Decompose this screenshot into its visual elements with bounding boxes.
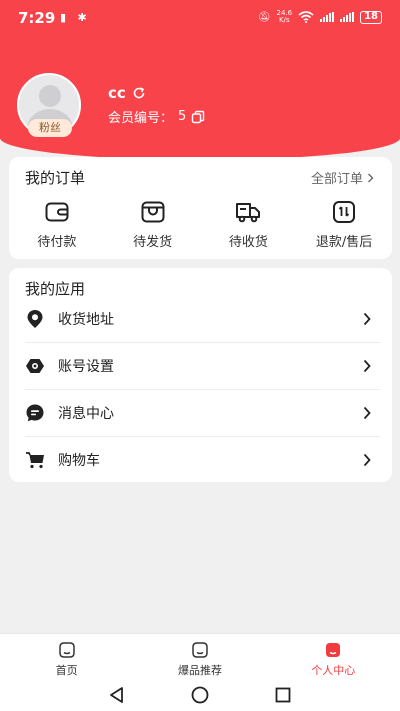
username-row: cc: [108, 84, 146, 102]
app-item-label: 购物车: [58, 453, 100, 469]
apps-card: 我的应用 收货地址 账号设置 消息中心 购物车: [9, 268, 392, 482]
chevron-right-icon: [363, 406, 371, 420]
order-item-label: 待付款: [37, 235, 77, 250]
order-item-label: 待发货: [133, 235, 173, 250]
fans-badge: 粉丝: [28, 119, 72, 137]
tab-label: 首页: [55, 664, 78, 677]
copy-icon[interactable]: [191, 110, 205, 124]
order-item-pending-payment[interactable]: 待付款: [9, 199, 105, 250]
chevron-right-icon: [363, 312, 371, 326]
username: cc: [108, 84, 126, 102]
mute-icon: 🔕︎: [257, 11, 271, 23]
tab-home[interactable]: 首页: [0, 634, 133, 679]
order-item-pending-shipment[interactable]: 待发货: [105, 199, 201, 250]
wallet-icon: [45, 202, 69, 222]
app-item-label: 消息中心: [58, 406, 114, 422]
tab-label: 个人中心: [311, 664, 356, 677]
orders-title: 我的订单: [25, 169, 86, 187]
cart-icon: [26, 452, 44, 469]
status-bar: 7:29 ▮ ✱ 🔕︎ 24.6 K/s 18: [0, 0, 400, 36]
home-circle-icon[interactable]: [190, 685, 210, 705]
app-item-label: 收货地址: [58, 312, 114, 328]
chevron-right-icon: [363, 453, 371, 467]
all-orders-link[interactable]: 全部订单: [311, 168, 374, 187]
net-speed-unit: K/s: [278, 16, 290, 24]
tab-profile[interactable]: 个人中心: [267, 634, 400, 679]
member-row: 会员编号： 5: [108, 107, 205, 126]
battery-indicator: 18: [360, 10, 382, 24]
recents-icon[interactable]: [273, 685, 293, 705]
order-status-list: 待付款 待发货 待收货 退款/售后: [9, 199, 392, 250]
refresh-icon[interactable]: [132, 86, 146, 100]
bottom-tab-bar: 首页 爆品推荐 个人中心: [0, 633, 400, 679]
all-orders-label: 全部订单: [310, 172, 363, 187]
app-item-cart[interactable]: 购物车: [9, 437, 392, 483]
order-item-refund[interactable]: 退款/售后: [296, 199, 392, 250]
home-tab-icon: [58, 642, 75, 658]
app-item-account-settings[interactable]: 账号设置: [9, 343, 392, 389]
message-icon: [26, 404, 44, 422]
tab-hot-picks[interactable]: 爆品推荐: [133, 634, 266, 679]
back-icon[interactable]: [107, 685, 127, 705]
eye-settings-icon: [26, 359, 44, 373]
system-nav-bar: [0, 679, 400, 711]
package-icon: [141, 201, 165, 223]
signal-2-icon: [340, 12, 355, 22]
hot-picks-tab-icon: [192, 642, 208, 658]
member-label: 会员编号：: [108, 111, 174, 126]
order-item-pending-receipt[interactable]: 待收货: [201, 199, 297, 250]
app-item-messages[interactable]: 消息中心: [9, 390, 392, 436]
member-number: 5: [178, 109, 187, 124]
avatar-head-shape: [39, 85, 61, 107]
truck-icon: [236, 203, 261, 223]
status-right-icons: 🔕︎ 24.6 K/s 18: [258, 10, 382, 24]
app-item-label: 账号设置: [58, 359, 114, 375]
profile-tab-icon: [326, 643, 341, 657]
order-item-label: 待收货: [228, 235, 268, 250]
chevron-right-icon: [363, 359, 371, 373]
tab-label: 爆品推荐: [177, 664, 222, 677]
net-speed: 24.6 K/s: [276, 10, 292, 24]
signal-1-icon: [320, 12, 335, 22]
status-notification-icons: ▮ ✱: [60, 11, 91, 24]
location-pin-icon: [27, 310, 43, 328]
wifi-icon: [298, 11, 314, 23]
status-time: 7:29: [18, 9, 56, 27]
chevron-right-icon: [368, 173, 374, 182]
app-item-address[interactable]: 收货地址: [9, 296, 392, 342]
refund-icon: [333, 201, 356, 223]
order-item-label: 退款/售后: [315, 235, 373, 250]
orders-card: 我的订单 全部订单 待付款 待发货 待收货 退款/售后: [9, 157, 392, 259]
